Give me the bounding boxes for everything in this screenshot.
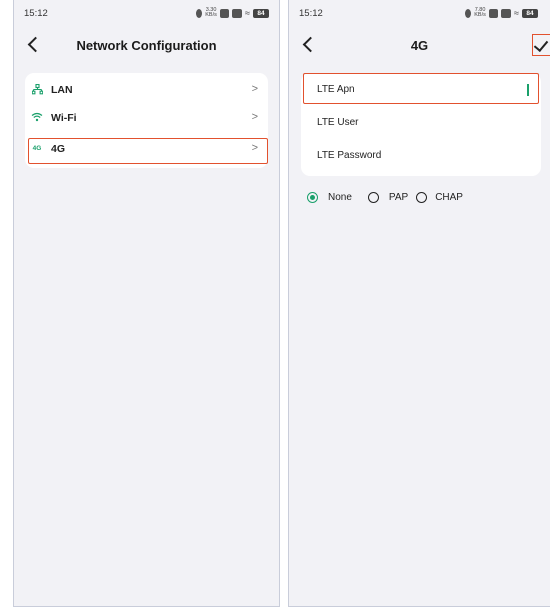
battery-icon: 84 [522, 8, 538, 18]
sim-icon [220, 8, 230, 18]
lte-fields-card: LTE Apn LTE User LTE Password [301, 73, 541, 176]
list-item-label: Wi-Fi [51, 112, 77, 124]
field-label: LTE Apn [317, 84, 355, 95]
status-time: 15:12 [24, 8, 48, 19]
list-item-4g[interactable]: 4G 4G > [25, 136, 268, 162]
network-speed: 7.80 KB/s [474, 7, 486, 18]
list-item-label: LAN [51, 84, 73, 96]
radio-none[interactable]: None [307, 192, 352, 203]
chevron-right-icon: > [251, 111, 258, 123]
radio-label: None [328, 192, 352, 203]
radio-selected-icon [307, 192, 318, 203]
network-configuration-screen: 15:12 3.30 KB/s ≈ 84 Network Configurati… [13, 0, 280, 607]
radio-unselected-icon [416, 192, 428, 203]
alarm-icon [196, 8, 203, 18]
field-label: LTE User [317, 117, 359, 128]
confirm-checkmark-icon[interactable] [532, 34, 550, 56]
ethernet-icon [31, 83, 43, 96]
wifi-status-icon: ≈ [245, 8, 250, 18]
chevron-right-icon: > [251, 142, 258, 154]
radio-label: PAP [388, 192, 409, 203]
signal-icon [501, 8, 512, 18]
radio-label: CHAP [435, 192, 463, 203]
auth-type-radio-group: None PAP CHAP [307, 192, 471, 203]
status-icons: 7.80 KB/s ≈ 84 [465, 7, 538, 18]
signal-icon [232, 8, 243, 18]
sim-icon [489, 8, 499, 18]
status-bar: 15:12 3.30 KB/s ≈ 84 [24, 7, 269, 22]
status-time: 15:12 [299, 8, 323, 19]
page-title: Network Configuration [76, 38, 217, 53]
alarm-icon [465, 8, 472, 18]
page-title: 4G [410, 38, 429, 53]
screenshot-stage: 15:12 3.30 KB/s ≈ 84 Network Configurati… [0, 0, 550, 607]
wifi-icon [31, 112, 43, 124]
network-options-card: LAN > Wi-Fi > 4G 4G > [25, 73, 268, 168]
radio-pap[interactable]: PAP [367, 192, 409, 203]
status-bar: 15:12 7.80 KB/s ≈ 84 [299, 7, 540, 22]
radio-chap[interactable]: CHAP [416, 192, 463, 203]
text-cursor [527, 84, 529, 96]
chevron-right-icon: > [251, 83, 258, 95]
status-icons: 3.30 KB/s ≈ 84 [196, 7, 269, 18]
4g-settings-screen: 15:12 7.80 KB/s ≈ 84 4G LTE Apn LTE User [288, 0, 550, 607]
battery-icon: 84 [253, 8, 269, 18]
lte-password-field[interactable]: LTE Password [301, 141, 541, 171]
list-item-label: 4G [51, 143, 66, 155]
list-item-lan[interactable]: LAN > [25, 77, 268, 103]
cellular-4g-icon: 4G [32, 145, 42, 152]
navigation-bar: Network Configuration [14, 30, 279, 62]
navigation-bar: 4G [289, 30, 550, 62]
radio-unselected-icon [367, 192, 379, 203]
network-speed: 3.30 KB/s [205, 7, 217, 18]
list-item-wifi[interactable]: Wi-Fi > [25, 105, 268, 131]
field-label: LTE Password [317, 150, 382, 161]
wifi-status-icon: ≈ [514, 8, 519, 18]
lte-apn-field[interactable]: LTE Apn [301, 75, 541, 105]
lte-user-field[interactable]: LTE User [301, 108, 541, 138]
